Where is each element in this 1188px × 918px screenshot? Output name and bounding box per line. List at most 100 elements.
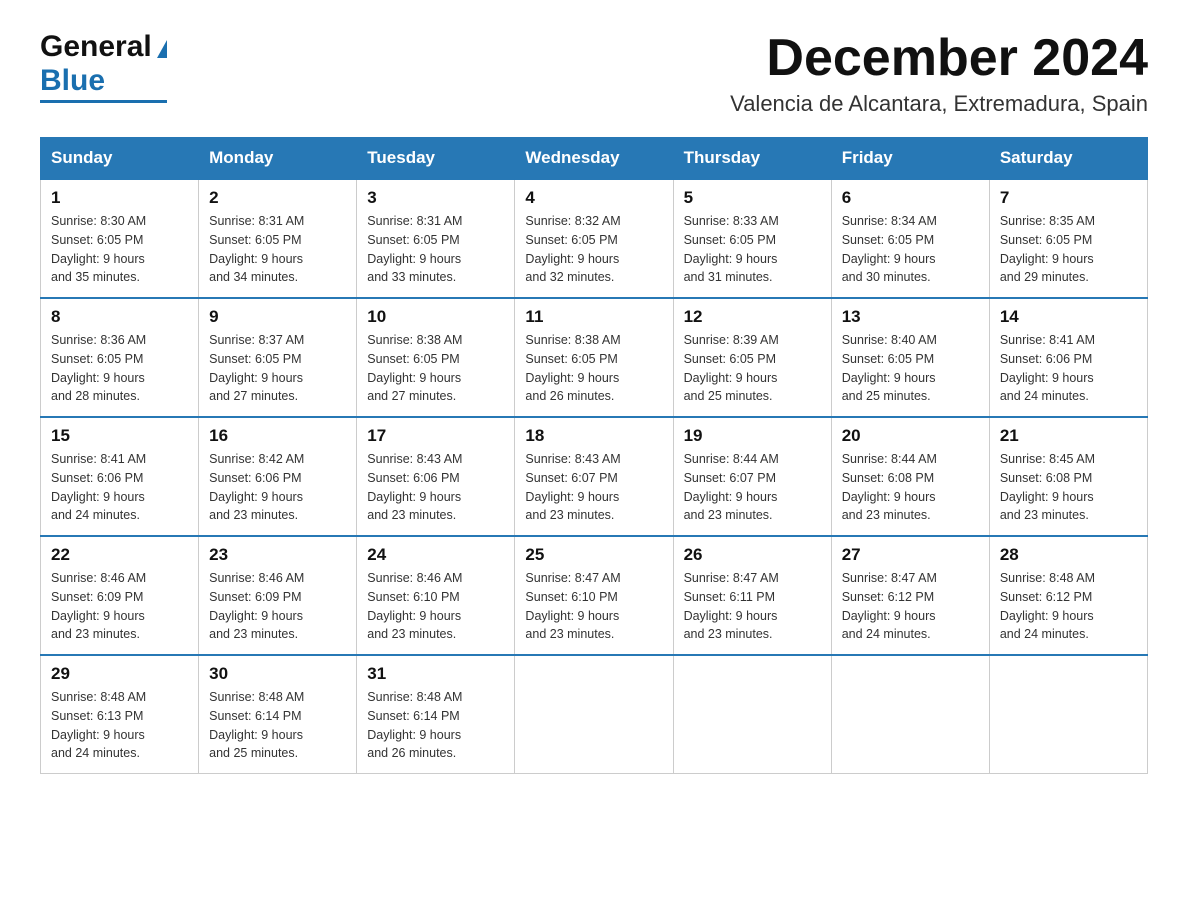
day-info: Sunrise: 8:42 AM Sunset: 6:06 PM Dayligh… — [209, 450, 346, 525]
calendar-cell: 25 Sunrise: 8:47 AM Sunset: 6:10 PM Dayl… — [515, 536, 673, 655]
day-number: 24 — [367, 545, 504, 565]
day-number: 4 — [525, 188, 662, 208]
title-section: December 2024 Valencia de Alcantara, Ext… — [730, 30, 1148, 117]
calendar-cell: 9 Sunrise: 8:37 AM Sunset: 6:05 PM Dayli… — [199, 298, 357, 417]
day-info: Sunrise: 8:46 AM Sunset: 6:10 PM Dayligh… — [367, 569, 504, 644]
day-info: Sunrise: 8:31 AM Sunset: 6:05 PM Dayligh… — [367, 212, 504, 287]
day-number: 14 — [1000, 307, 1137, 327]
day-info: Sunrise: 8:48 AM Sunset: 6:14 PM Dayligh… — [209, 688, 346, 763]
header-friday: Friday — [831, 138, 989, 180]
day-number: 29 — [51, 664, 188, 684]
day-number: 1 — [51, 188, 188, 208]
calendar-cell: 27 Sunrise: 8:47 AM Sunset: 6:12 PM Dayl… — [831, 536, 989, 655]
day-info: Sunrise: 8:34 AM Sunset: 6:05 PM Dayligh… — [842, 212, 979, 287]
header-saturday: Saturday — [989, 138, 1147, 180]
logo: General Blue — [40, 30, 167, 103]
day-number: 15 — [51, 426, 188, 446]
day-number: 25 — [525, 545, 662, 565]
calendar-cell — [673, 655, 831, 774]
logo-triangle-icon — [157, 40, 167, 58]
day-number: 30 — [209, 664, 346, 684]
calendar-cell: 4 Sunrise: 8:32 AM Sunset: 6:05 PM Dayli… — [515, 179, 673, 298]
calendar-cell: 18 Sunrise: 8:43 AM Sunset: 6:07 PM Dayl… — [515, 417, 673, 536]
calendar-cell: 5 Sunrise: 8:33 AM Sunset: 6:05 PM Dayli… — [673, 179, 831, 298]
day-info: Sunrise: 8:41 AM Sunset: 6:06 PM Dayligh… — [1000, 331, 1137, 406]
calendar-cell: 10 Sunrise: 8:38 AM Sunset: 6:05 PM Dayl… — [357, 298, 515, 417]
calendar-cell: 16 Sunrise: 8:42 AM Sunset: 6:06 PM Dayl… — [199, 417, 357, 536]
day-number: 31 — [367, 664, 504, 684]
day-number: 21 — [1000, 426, 1137, 446]
day-info: Sunrise: 8:35 AM Sunset: 6:05 PM Dayligh… — [1000, 212, 1137, 287]
day-info: Sunrise: 8:32 AM Sunset: 6:05 PM Dayligh… — [525, 212, 662, 287]
week-row-3: 15 Sunrise: 8:41 AM Sunset: 6:06 PM Dayl… — [41, 417, 1148, 536]
day-info: Sunrise: 8:37 AM Sunset: 6:05 PM Dayligh… — [209, 331, 346, 406]
day-number: 22 — [51, 545, 188, 565]
day-info: Sunrise: 8:38 AM Sunset: 6:05 PM Dayligh… — [525, 331, 662, 406]
day-info: Sunrise: 8:36 AM Sunset: 6:05 PM Dayligh… — [51, 331, 188, 406]
header-wednesday: Wednesday — [515, 138, 673, 180]
calendar-cell: 8 Sunrise: 8:36 AM Sunset: 6:05 PM Dayli… — [41, 298, 199, 417]
calendar-cell: 1 Sunrise: 8:30 AM Sunset: 6:05 PM Dayli… — [41, 179, 199, 298]
day-info: Sunrise: 8:43 AM Sunset: 6:07 PM Dayligh… — [525, 450, 662, 525]
calendar-cell: 24 Sunrise: 8:46 AM Sunset: 6:10 PM Dayl… — [357, 536, 515, 655]
location-subtitle: Valencia de Alcantara, Extremadura, Spai… — [730, 91, 1148, 117]
calendar-cell: 3 Sunrise: 8:31 AM Sunset: 6:05 PM Dayli… — [357, 179, 515, 298]
calendar-cell: 21 Sunrise: 8:45 AM Sunset: 6:08 PM Dayl… — [989, 417, 1147, 536]
day-info: Sunrise: 8:44 AM Sunset: 6:08 PM Dayligh… — [842, 450, 979, 525]
calendar-cell: 29 Sunrise: 8:48 AM Sunset: 6:13 PM Dayl… — [41, 655, 199, 774]
day-number: 19 — [684, 426, 821, 446]
calendar-cell — [515, 655, 673, 774]
calendar-cell: 17 Sunrise: 8:43 AM Sunset: 6:06 PM Dayl… — [357, 417, 515, 536]
day-info: Sunrise: 8:31 AM Sunset: 6:05 PM Dayligh… — [209, 212, 346, 287]
calendar-cell: 28 Sunrise: 8:48 AM Sunset: 6:12 PM Dayl… — [989, 536, 1147, 655]
calendar-cell: 12 Sunrise: 8:39 AM Sunset: 6:05 PM Dayl… — [673, 298, 831, 417]
day-info: Sunrise: 8:46 AM Sunset: 6:09 PM Dayligh… — [209, 569, 346, 644]
calendar-cell — [831, 655, 989, 774]
calendar-cell: 23 Sunrise: 8:46 AM Sunset: 6:09 PM Dayl… — [199, 536, 357, 655]
week-row-1: 1 Sunrise: 8:30 AM Sunset: 6:05 PM Dayli… — [41, 179, 1148, 298]
week-row-4: 22 Sunrise: 8:46 AM Sunset: 6:09 PM Dayl… — [41, 536, 1148, 655]
day-number: 11 — [525, 307, 662, 327]
day-number: 7 — [1000, 188, 1137, 208]
day-info: Sunrise: 8:47 AM Sunset: 6:11 PM Dayligh… — [684, 569, 821, 644]
day-info: Sunrise: 8:47 AM Sunset: 6:12 PM Dayligh… — [842, 569, 979, 644]
calendar-cell: 13 Sunrise: 8:40 AM Sunset: 6:05 PM Dayl… — [831, 298, 989, 417]
calendar-cell: 22 Sunrise: 8:46 AM Sunset: 6:09 PM Dayl… — [41, 536, 199, 655]
header-sunday: Sunday — [41, 138, 199, 180]
day-info: Sunrise: 8:30 AM Sunset: 6:05 PM Dayligh… — [51, 212, 188, 287]
header: General Blue December 2024 Valencia de A… — [40, 30, 1148, 117]
logo-blue-text: Blue — [40, 64, 105, 98]
logo-general-text: General — [40, 30, 152, 64]
day-info: Sunrise: 8:48 AM Sunset: 6:14 PM Dayligh… — [367, 688, 504, 763]
day-number: 26 — [684, 545, 821, 565]
day-info: Sunrise: 8:40 AM Sunset: 6:05 PM Dayligh… — [842, 331, 979, 406]
day-number: 23 — [209, 545, 346, 565]
calendar-cell: 7 Sunrise: 8:35 AM Sunset: 6:05 PM Dayli… — [989, 179, 1147, 298]
header-thursday: Thursday — [673, 138, 831, 180]
logo-underline — [40, 100, 167, 103]
calendar-cell: 15 Sunrise: 8:41 AM Sunset: 6:06 PM Dayl… — [41, 417, 199, 536]
week-row-2: 8 Sunrise: 8:36 AM Sunset: 6:05 PM Dayli… — [41, 298, 1148, 417]
header-monday: Monday — [199, 138, 357, 180]
calendar-cell: 26 Sunrise: 8:47 AM Sunset: 6:11 PM Dayl… — [673, 536, 831, 655]
calendar-header-row: SundayMondayTuesdayWednesdayThursdayFrid… — [41, 138, 1148, 180]
day-info: Sunrise: 8:39 AM Sunset: 6:05 PM Dayligh… — [684, 331, 821, 406]
day-number: 10 — [367, 307, 504, 327]
day-info: Sunrise: 8:44 AM Sunset: 6:07 PM Dayligh… — [684, 450, 821, 525]
calendar-cell: 14 Sunrise: 8:41 AM Sunset: 6:06 PM Dayl… — [989, 298, 1147, 417]
day-info: Sunrise: 8:38 AM Sunset: 6:05 PM Dayligh… — [367, 331, 504, 406]
day-number: 9 — [209, 307, 346, 327]
day-number: 8 — [51, 307, 188, 327]
day-number: 17 — [367, 426, 504, 446]
day-number: 6 — [842, 188, 979, 208]
header-tuesday: Tuesday — [357, 138, 515, 180]
day-number: 12 — [684, 307, 821, 327]
day-info: Sunrise: 8:33 AM Sunset: 6:05 PM Dayligh… — [684, 212, 821, 287]
calendar-cell: 19 Sunrise: 8:44 AM Sunset: 6:07 PM Dayl… — [673, 417, 831, 536]
calendar-cell: 30 Sunrise: 8:48 AM Sunset: 6:14 PM Dayl… — [199, 655, 357, 774]
day-info: Sunrise: 8:46 AM Sunset: 6:09 PM Dayligh… — [51, 569, 188, 644]
calendar-cell: 6 Sunrise: 8:34 AM Sunset: 6:05 PM Dayli… — [831, 179, 989, 298]
day-number: 20 — [842, 426, 979, 446]
day-number: 27 — [842, 545, 979, 565]
day-number: 18 — [525, 426, 662, 446]
